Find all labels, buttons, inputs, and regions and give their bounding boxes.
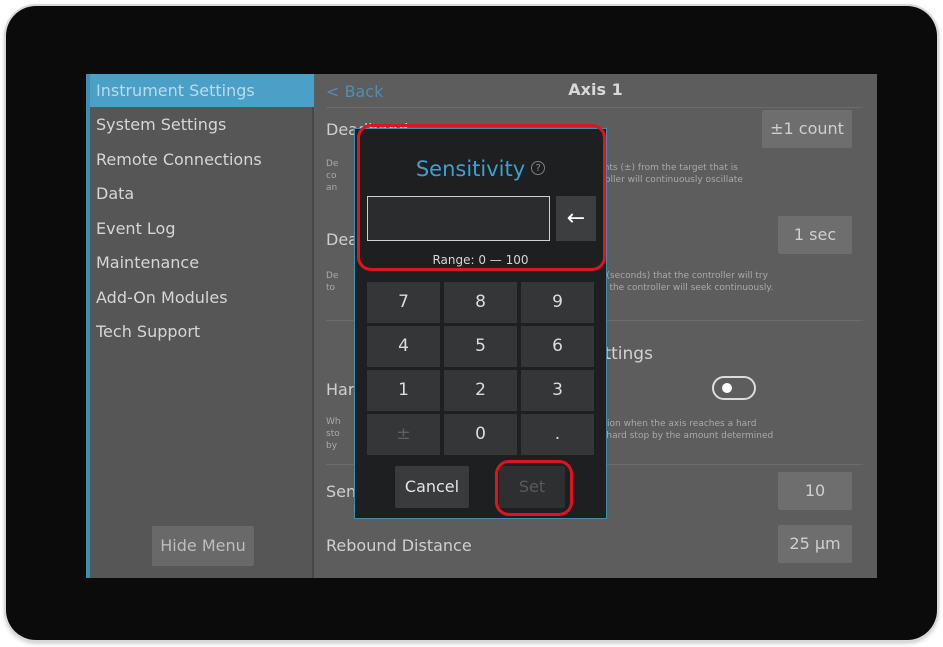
hard-stop-label: Har bbox=[326, 380, 355, 399]
sidebar-item-remote-connections[interactable]: Remote Connections bbox=[90, 143, 314, 176]
sidebar-item-system-settings[interactable]: System Settings bbox=[90, 108, 314, 141]
highlight-box-title-entry bbox=[357, 124, 606, 271]
keypad-key-plus-minus[interactable]: ± bbox=[367, 414, 440, 455]
keypad-key-1[interactable]: 1 bbox=[367, 370, 440, 411]
keypad-key-0[interactable]: 0 bbox=[444, 414, 517, 455]
page-title: Axis 1 bbox=[568, 80, 623, 99]
rebound-distance-label: Rebound Distance bbox=[326, 536, 472, 555]
sidebar-item-add-on-modules[interactable]: Add-On Modules bbox=[90, 281, 314, 314]
sidebar-item-maintenance[interactable]: Maintenance bbox=[90, 246, 314, 279]
keypad-key-3[interactable]: 3 bbox=[521, 370, 594, 411]
deadband-timeout-description: e (seconds) that the controller will try… bbox=[598, 271, 774, 293]
hide-menu-button[interactable]: Hide Menu bbox=[152, 526, 254, 566]
deadband-timeout-value-button[interactable]: 1 sec bbox=[778, 216, 852, 254]
toggle-knob bbox=[722, 383, 732, 393]
sensitivity-value-button[interactable]: 10 bbox=[778, 472, 852, 510]
sidebar-item-instrument-settings[interactable]: Instrument Settings bbox=[90, 74, 314, 107]
header-divider bbox=[326, 107, 863, 108]
keypad-key-5[interactable]: 5 bbox=[444, 326, 517, 367]
hard-stop-description-left: Wh sto by bbox=[326, 417, 341, 451]
keypad-key-2[interactable]: 2 bbox=[444, 370, 517, 411]
keypad-key-decimal[interactable]: . bbox=[521, 414, 594, 455]
keypad-key-9[interactable]: 9 bbox=[521, 282, 594, 323]
deadband-description-left: De co an bbox=[326, 159, 339, 193]
deadband-value-button[interactable]: ±1 count bbox=[762, 110, 852, 148]
rebound-distance-value-button[interactable]: 25 µm bbox=[778, 525, 852, 563]
keypad-key-6[interactable]: 6 bbox=[521, 326, 594, 367]
deadband-timeout-description-left: De to bbox=[326, 271, 339, 293]
sidebar-item-event-log[interactable]: Event Log bbox=[90, 212, 314, 245]
hard-stop-toggle[interactable] bbox=[712, 376, 756, 400]
keypad-key-4[interactable]: 4 bbox=[367, 326, 440, 367]
hard-stop-description: otion when the axis reaches a hard e har… bbox=[598, 419, 774, 441]
highlight-box-set bbox=[495, 460, 573, 516]
sidebar: Instrument Settings System Settings Remo… bbox=[86, 74, 314, 578]
deadband-description: unts (±) from the target that is troller… bbox=[598, 163, 743, 185]
keypad-key-7[interactable]: 7 bbox=[367, 282, 440, 323]
cancel-button[interactable]: Cancel bbox=[395, 466, 469, 508]
sidebar-item-data[interactable]: Data bbox=[90, 177, 314, 210]
keypad-key-8[interactable]: 8 bbox=[444, 282, 517, 323]
sensitivity-label: Sen bbox=[326, 482, 357, 501]
sidebar-item-tech-support[interactable]: Tech Support bbox=[90, 315, 314, 348]
